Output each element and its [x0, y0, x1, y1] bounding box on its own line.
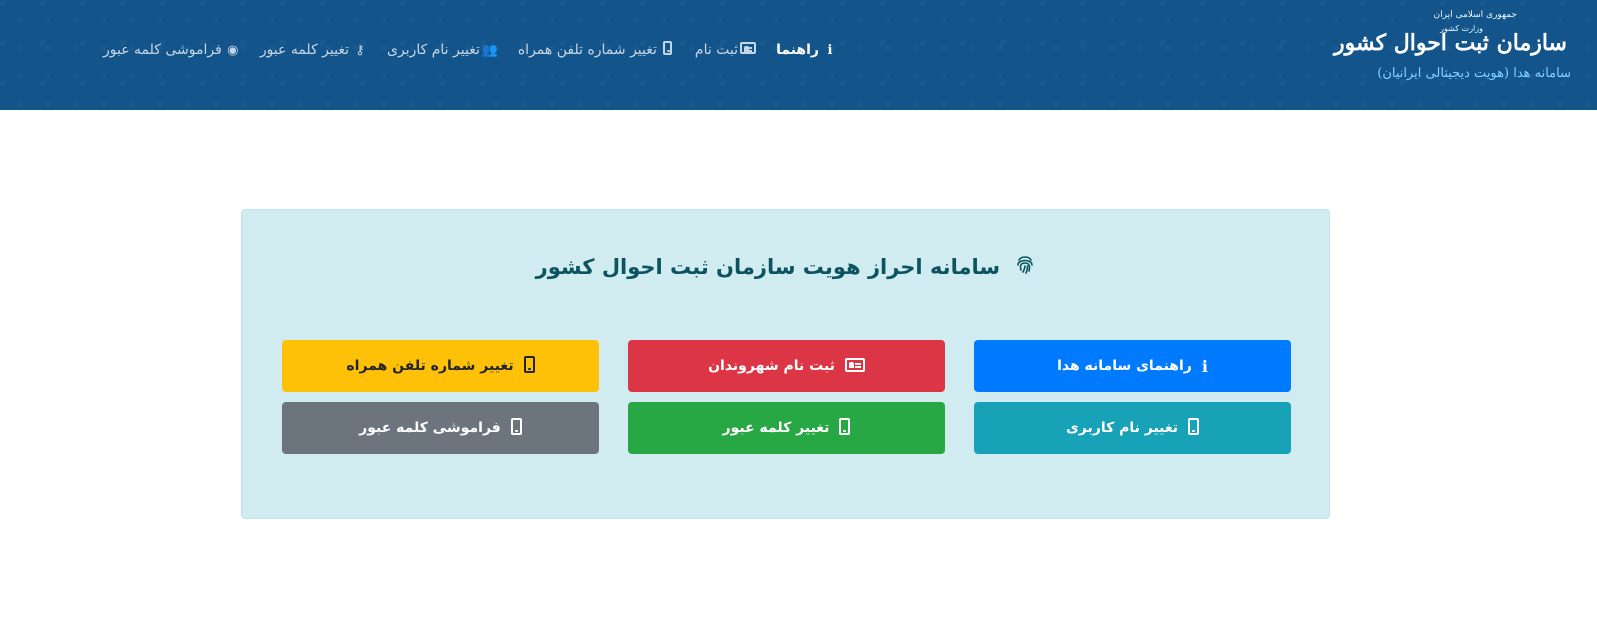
guide-button-label: راهنمای سامانه هدا [1057, 358, 1192, 374]
nav-item-label: راهنما [776, 42, 819, 58]
nav-item-label: تغییر نام کاربری [387, 42, 480, 58]
nav-item-forgot-password[interactable]: ◉ فراموشی کلمه عبور [103, 42, 240, 58]
fingerprint-icon [1015, 254, 1035, 279]
change-password-button[interactable]: تغییر کلمه عبور [628, 402, 945, 454]
nav-item-change-username[interactable]: 👥 تغییر نام کاربری [387, 42, 498, 58]
mobile-icon [839, 417, 851, 439]
top-navbar: جمهوری اسلامی ایران وزارت کشور سازمان ثب… [0, 0, 1597, 110]
auth-card: سامانه احراز هویت سازمان ثبت احوال کشور … [241, 209, 1330, 519]
nav-item-label: ثبت نام [694, 42, 739, 58]
eye-icon: ◉ [227, 42, 239, 58]
mobile-icon [510, 417, 522, 439]
nav-item-label: تغییر کلمه عبور [259, 42, 350, 58]
nav-item-guide[interactable]: ℹ راهنما [776, 42, 837, 58]
info-icon: ℹ [827, 42, 833, 58]
logo-line-organization: سازمان ثبت احوال کشور [1333, 30, 1567, 56]
main-nav: ℹ راهنما ثبت نام تغییر شماره تلفن همراه … [60, 38, 837, 62]
register-citizens-button[interactable]: ثبت نام شهروندان [628, 340, 945, 392]
nav-item-change-mobile[interactable]: تغییر شماره تلفن همراه [518, 41, 675, 59]
card-title-text: سامانه احراز هویت سازمان ثبت احوال کشور [535, 255, 1000, 279]
card-title: سامانه احراز هویت سازمان ثبت احوال کشور [242, 254, 1329, 279]
key-icon: ⚷ [355, 42, 365, 58]
nav-item-label: تغییر شماره تلفن همراه [517, 42, 657, 58]
change-password-button-label: تغییر کلمه عبور [722, 420, 830, 436]
change-mobile-button[interactable]: تغییر شماره تلفن همراه [282, 340, 599, 392]
nav-item-label: فراموشی کلمه عبور [103, 42, 222, 58]
info-icon: ℹ [1201, 356, 1208, 376]
change-username-button-label: تغییر نام کاربری [1065, 420, 1179, 436]
change-mobile-button-label: تغییر شماره تلفن همراه [346, 358, 514, 374]
change-username-button[interactable]: تغییر نام کاربری [974, 402, 1291, 454]
guide-button[interactable]: ℹ راهنمای سامانه هدا [974, 340, 1291, 392]
mobile-icon [523, 355, 535, 377]
logo-line-system: سامانه هدا (هویت دیجیتالی ایرانیان) [1377, 66, 1571, 81]
logo-line-country: جمهوری اسلامی ایران [1433, 10, 1518, 20]
forgot-password-button-label: فراموشی کلمه عبور [359, 420, 501, 436]
id-card-icon [740, 42, 757, 58]
register-button-label: ثبت نام شهروندان [708, 358, 835, 374]
mobile-icon [1188, 417, 1200, 439]
mobile-icon [661, 41, 675, 59]
users-icon: 👥 [481, 42, 498, 58]
organization-logo[interactable]: جمهوری اسلامی ایران وزارت کشور سازمان ثب… [1334, 8, 1573, 98]
nav-item-register[interactable]: ثبت نام [694, 42, 757, 58]
nav-item-change-password[interactable]: ⚷ تغییر کلمه عبور [260, 42, 367, 58]
forgot-password-button[interactable]: فراموشی کلمه عبور [282, 402, 599, 454]
id-card-icon [844, 357, 865, 376]
